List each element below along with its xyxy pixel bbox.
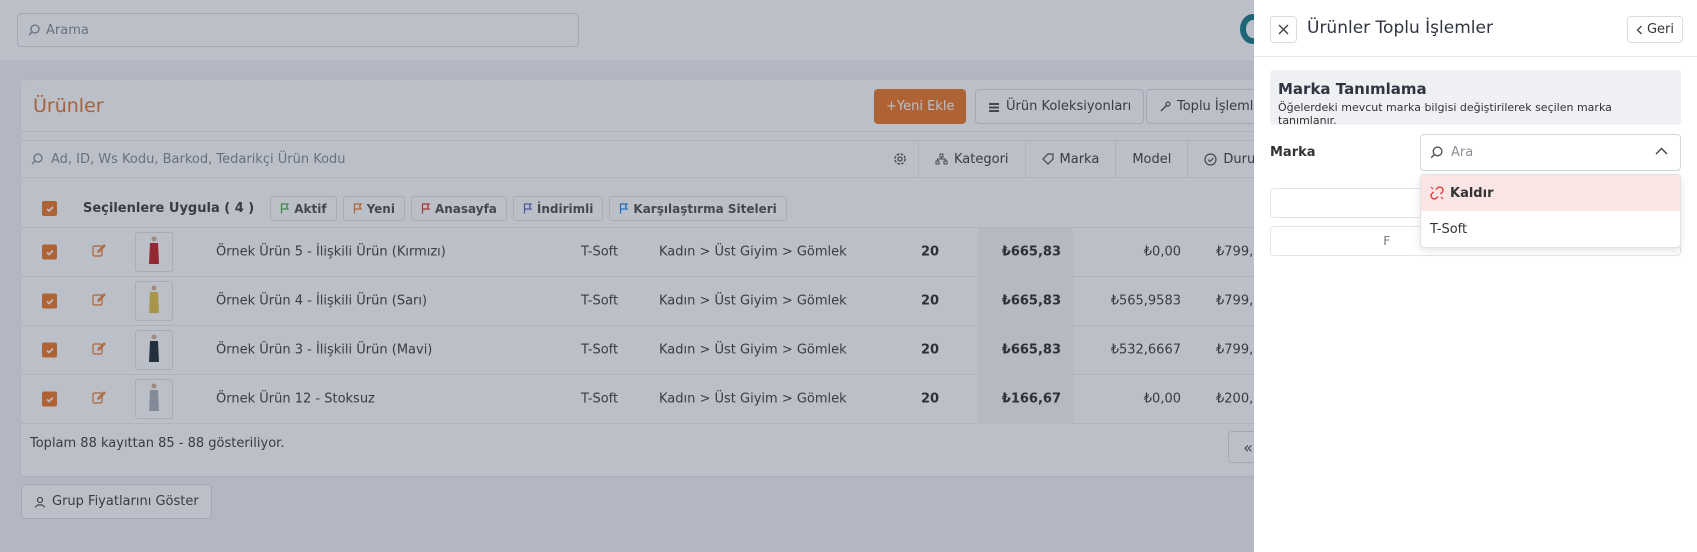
chevron-left-icon bbox=[1636, 25, 1642, 34]
brand-section-header: Marka Tanımlama Öğelerdeki mevcut marka … bbox=[1270, 70, 1681, 127]
back-button[interactable]: Geri bbox=[1626, 16, 1683, 43]
hidden-apply-button-prefix: F bbox=[1383, 234, 1391, 248]
section-title: Marka Tanımlama bbox=[1278, 80, 1427, 98]
dropdown-option-remove-label: Kaldır bbox=[1450, 185, 1494, 201]
close-icon bbox=[1278, 24, 1289, 35]
panel-title: Ürünler Toplu İşlemler bbox=[1307, 18, 1493, 38]
chevron-up-icon bbox=[1655, 147, 1668, 155]
brand-dropdown: Kaldır T-Soft bbox=[1420, 174, 1681, 248]
dropdown-option-tsoft[interactable]: T-Soft bbox=[1421, 211, 1680, 247]
back-button-label: Geri bbox=[1646, 22, 1674, 37]
unlink-icon bbox=[1430, 186, 1444, 200]
close-button[interactable] bbox=[1270, 16, 1297, 43]
brand-field-label: Marka bbox=[1270, 145, 1316, 160]
panel-header: Ürünler Toplu İşlemler Geri bbox=[1254, 0, 1697, 57]
bulk-actions-panel: Ürünler Toplu İşlemler Geri Marka Tanıml… bbox=[1254, 0, 1697, 552]
section-description: Öğelerdeki mevcut marka bilgisi değiştir… bbox=[1278, 101, 1612, 127]
brand-select-placeholder: Ara bbox=[1451, 145, 1474, 160]
dropdown-option-remove[interactable]: Kaldır bbox=[1421, 175, 1680, 211]
search-icon bbox=[1430, 146, 1443, 159]
brand-select-search[interactable]: Ara bbox=[1420, 134, 1681, 171]
dropdown-option-tsoft-label: T-Soft bbox=[1430, 221, 1468, 237]
